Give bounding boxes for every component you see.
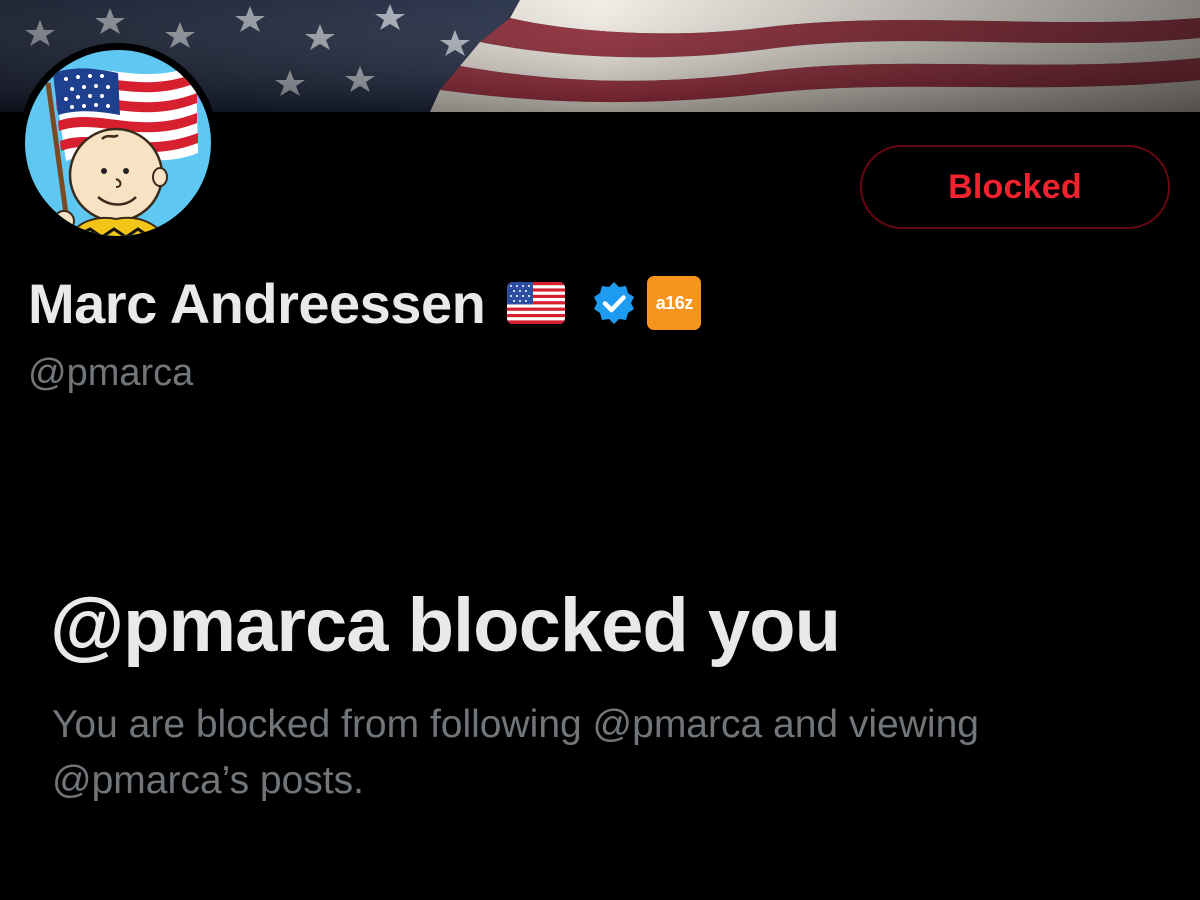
profile-handle: @pmarca xyxy=(28,352,194,394)
profile-name-row: Marc Andreessen a16z xyxy=(28,268,702,338)
blocked-button[interactable]: Blocked xyxy=(860,145,1170,229)
blocked-notice-description: You are blocked from following @pmarca a… xyxy=(52,703,979,802)
profile-avatar[interactable] xyxy=(18,43,218,243)
verified-checkmark-icon[interactable] xyxy=(591,280,637,326)
blocked-notice-title: @pmarca blocked you xyxy=(50,583,841,668)
us-flag-icon xyxy=(507,282,566,324)
profile-page: Blocked Marc Andreessen a16z @pmarca @pm… xyxy=(0,0,1200,900)
blocked-button-label: Blocked xyxy=(948,167,1082,206)
affiliate-badge-text: a16z xyxy=(655,292,694,313)
display-name: Marc Andreessen xyxy=(28,271,486,335)
avatar-image xyxy=(18,43,218,243)
a16z-affiliate-badge[interactable]: a16z xyxy=(647,276,702,330)
